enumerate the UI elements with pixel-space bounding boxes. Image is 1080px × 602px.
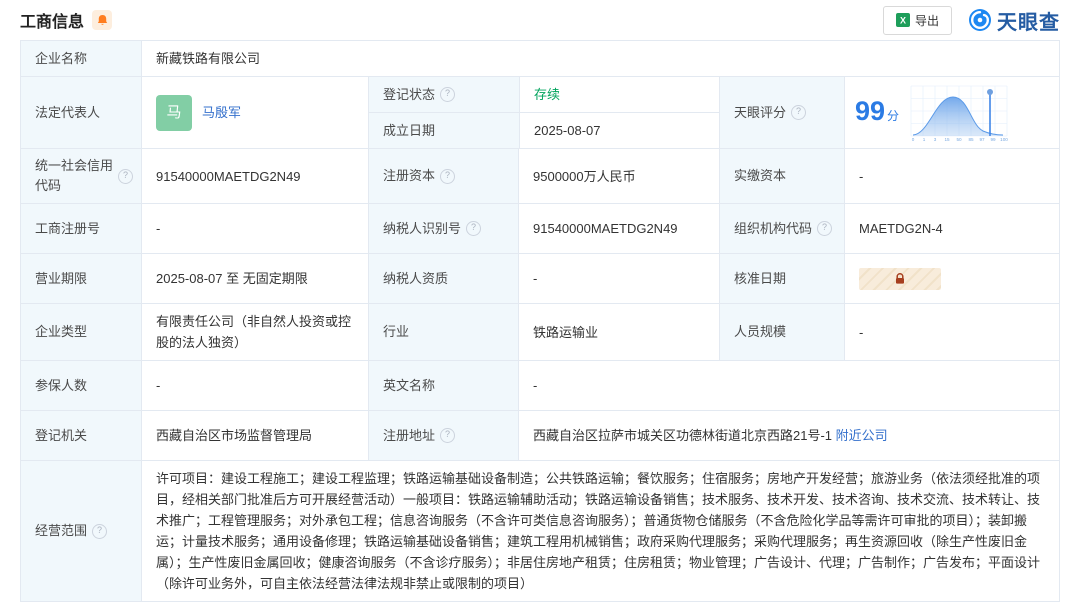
table-row: 工商注册号 - 纳税人识别号 ? 91540000MAETDG2N49 组织机构…	[21, 203, 1059, 253]
field-label-reg-number: 工商注册号	[21, 204, 141, 253]
score-unit: 分	[887, 109, 899, 123]
svg-text:0: 0	[912, 137, 915, 142]
section-header: 工商信息 X 导出 天眼查	[20, 0, 1060, 40]
table-row: 法定代表人 马 马殷军 登记状态 ? 存续 成立日期 2025-08-07	[21, 76, 1059, 148]
svg-text:15: 15	[945, 137, 951, 142]
legal-rep-name-link[interactable]: 马殷军	[202, 102, 241, 123]
field-label-business-scope: 经营范围 ?	[21, 461, 141, 601]
score-number: 99	[855, 96, 885, 126]
approval-date-value	[844, 254, 1061, 303]
reg-authority-value: 西藏自治区市场监督管理局	[141, 411, 368, 460]
table-row: 经营范围 ? 许可项目：建设工程施工；建设工程监理；铁路运输基础设备制造；公共铁…	[21, 460, 1059, 601]
company-type-value: 有限责任公司（非自然人投资或控股的法人独资）	[141, 304, 368, 360]
bell-icon	[96, 14, 109, 27]
svg-text:85: 85	[969, 137, 975, 142]
table-subrow: 成立日期 2025-08-07	[369, 112, 719, 148]
reg-number-value: -	[141, 204, 368, 253]
establish-date-value: 2025-08-07	[519, 113, 720, 148]
table-row: 企业名称 新藏铁路有限公司	[21, 41, 1059, 76]
org-code-value: MAETDG2N-4	[844, 204, 1061, 253]
svg-text:99: 99	[991, 137, 997, 142]
credit-code-value: 91540000MAETDG2N49	[141, 149, 368, 203]
insured-count-value: -	[141, 361, 368, 410]
table-row: 企业类型 有限责任公司（非自然人投资或控股的法人独资） 行业 铁路运输业 人员规…	[21, 303, 1059, 360]
taxpayer-quality-value: -	[518, 254, 719, 303]
industry-value: 铁路运输业	[518, 304, 719, 360]
field-label-taxpayer-id: 纳税人识别号 ?	[368, 204, 518, 253]
help-icon[interactable]: ?	[817, 221, 832, 236]
field-label-staff-size: 人员规模	[719, 304, 844, 360]
svg-text:X: X	[900, 16, 906, 26]
svg-text:3: 3	[934, 137, 937, 142]
help-icon[interactable]: ?	[440, 428, 455, 443]
field-label-credit-code: 统一社会信用代码 ?	[21, 149, 141, 203]
field-label-paid-capital: 实缴资本	[719, 149, 844, 203]
section-title: 工商信息	[20, 8, 84, 32]
field-label-establish-date: 成立日期	[369, 113, 519, 148]
chart-x-ticks: 0 1 3 15 50 85 97 99 100	[912, 137, 1009, 142]
help-icon[interactable]: ?	[466, 221, 481, 236]
svg-text:97: 97	[980, 137, 986, 142]
score-distribution-chart: 0 1 3 15 50 85 97 99 100	[909, 84, 1009, 142]
table-subrow: 登记状态 ? 存续	[369, 77, 719, 112]
help-icon[interactable]: ?	[791, 105, 806, 120]
field-label-legal-rep: 法定代表人	[21, 77, 141, 148]
field-label-industry: 行业	[368, 304, 518, 360]
export-button[interactable]: X 导出	[883, 6, 952, 35]
nearby-companies-link[interactable]: 附近公司	[836, 425, 888, 446]
staff-size-value: -	[844, 304, 1061, 360]
field-label-tianyan-score: 天眼评分 ?	[719, 77, 844, 148]
business-info-table: 企业名称 新藏铁路有限公司 法定代表人 马 马殷军 登记状态 ? 存续 成立日期	[20, 40, 1060, 602]
field-label-company-type: 企业类型	[21, 304, 141, 360]
svg-text:50: 50	[957, 137, 963, 142]
field-label-reg-capital: 注册资本 ?	[368, 149, 518, 203]
brand-text: 天眼查	[997, 6, 1060, 35]
paid-capital-value: -	[844, 149, 1061, 203]
taxpayer-id-value: 91540000MAETDG2N49	[518, 204, 719, 253]
monitor-bell-button[interactable]	[92, 10, 112, 30]
help-icon[interactable]: ?	[440, 87, 455, 102]
excel-icon: X	[896, 13, 910, 27]
field-label-taxpayer-quality: 纳税人资质	[368, 254, 518, 303]
field-label-insured-count: 参保人数	[21, 361, 141, 410]
field-label-reg-authority: 登记机关	[21, 411, 141, 460]
company-name-value: 新藏铁路有限公司	[141, 41, 1059, 76]
reg-status-value: 存续	[519, 77, 720, 112]
table-row: 登记机关 西藏自治区市场监督管理局 注册地址 ? 西藏自治区拉萨市城关区功德林街…	[21, 410, 1059, 460]
field-label-reg-status: 登记状态 ?	[369, 77, 519, 112]
field-label-reg-address: 注册地址 ?	[368, 411, 518, 460]
lock-icon	[894, 273, 906, 285]
english-name-value: -	[518, 361, 1059, 410]
help-icon[interactable]: ?	[92, 524, 107, 539]
legal-rep-value: 马 马殷军	[141, 77, 368, 148]
tianyancha-eye-icon	[968, 8, 992, 32]
field-label-approval-date: 核准日期	[719, 254, 844, 303]
svg-text:1: 1	[923, 137, 926, 142]
status-date-subtable: 登记状态 ? 存续 成立日期 2025-08-07	[368, 77, 719, 148]
business-term-value: 2025-08-07 至 无固定期限	[141, 254, 368, 303]
reg-capital-value: 9500000万人民币	[518, 149, 719, 203]
score-marker-dot	[987, 89, 993, 95]
table-row: 参保人数 - 英文名称 -	[21, 360, 1059, 410]
field-label-english-name: 英文名称	[368, 361, 518, 410]
tianyan-score-value[interactable]: 99分	[844, 77, 1061, 148]
business-scope-value: 许可项目：建设工程施工；建设工程监理；铁路运输基础设备制造；公共铁路运输；餐饮服…	[141, 461, 1059, 601]
field-label-company-name: 企业名称	[21, 41, 141, 76]
legal-rep-avatar[interactable]: 马	[156, 95, 192, 131]
export-label: 导出	[915, 12, 939, 29]
locked-value[interactable]	[859, 268, 941, 290]
svg-text:100: 100	[1000, 137, 1008, 142]
tianyancha-logo: 天眼查	[968, 6, 1060, 35]
reg-address-value: 西藏自治区拉萨市城关区功德林街道北京西路21号-1 附近公司	[518, 411, 1059, 460]
field-label-business-term: 营业期限	[21, 254, 141, 303]
table-row: 营业期限 2025-08-07 至 无固定期限 纳税人资质 - 核准日期	[21, 253, 1059, 303]
help-icon[interactable]: ?	[440, 169, 455, 184]
help-icon[interactable]: ?	[118, 169, 133, 184]
field-label-org-code: 组织机构代码 ?	[719, 204, 844, 253]
table-row: 统一社会信用代码 ? 91540000MAETDG2N49 注册资本 ? 950…	[21, 148, 1059, 203]
